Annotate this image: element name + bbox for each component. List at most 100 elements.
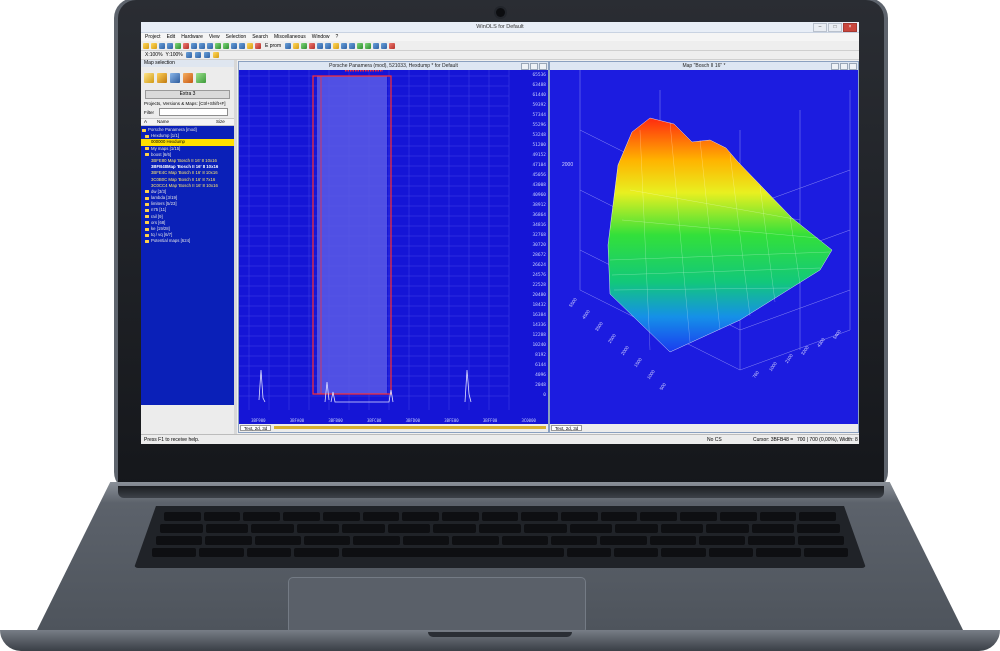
- keyboard-key[interactable]: [441, 512, 479, 521]
- keyboard-key[interactable]: [254, 536, 302, 545]
- maximize-button[interactable]: □: [828, 23, 842, 32]
- keyboard-key[interactable]: [748, 536, 795, 545]
- extra-3-button[interactable]: Extra 3: [145, 90, 230, 99]
- menu-item[interactable]: ?: [336, 33, 339, 41]
- keyboard-key[interactable]: [433, 524, 476, 533]
- marker-icon[interactable]: [212, 52, 219, 58]
- keyboard-key[interactable]: [719, 512, 757, 521]
- keyboard-key[interactable]: [160, 524, 203, 533]
- keyboard-key[interactable]: [803, 548, 849, 557]
- keyboard-key[interactable]: [246, 548, 292, 557]
- alert-icon[interactable]: [309, 42, 316, 49]
- column-name[interactable]: Name: [154, 119, 213, 125]
- arrow-up-icon[interactable]: [373, 42, 380, 49]
- print-icon[interactable]: [167, 42, 173, 49]
- menu-item[interactable]: Project: [145, 33, 161, 41]
- keyboard-key[interactable]: [251, 524, 294, 533]
- keyboard-key[interactable]: [600, 512, 638, 521]
- keyboard-key[interactable]: [501, 536, 548, 545]
- keyboard-key[interactable]: [698, 536, 746, 545]
- keyboard-key[interactable]: [756, 548, 801, 557]
- arrow-right-icon[interactable]: [365, 42, 372, 49]
- keyboard-key[interactable]: [203, 512, 241, 521]
- cut-icon[interactable]: [191, 42, 197, 49]
- window-close-button[interactable]: [849, 63, 857, 70]
- keyboard-key[interactable]: [341, 548, 564, 557]
- keyboard-key[interactable]: [751, 524, 795, 533]
- keyboard-key[interactable]: [660, 524, 704, 533]
- save-icon[interactable]: [159, 42, 165, 49]
- keyboard-key[interactable]: [362, 512, 400, 521]
- value-icon[interactable]: [203, 52, 210, 58]
- column-size[interactable]: Size: [213, 119, 225, 125]
- tree-item[interactable]: Potential maps [624]: [141, 238, 234, 244]
- keyboard-key[interactable]: [797, 524, 840, 533]
- map-icon[interactable]: [317, 42, 324, 49]
- menu-item[interactable]: View: [209, 33, 220, 41]
- zoom-in-icon[interactable]: [341, 42, 348, 49]
- close-button[interactable]: ×: [843, 23, 857, 32]
- keyboard-key[interactable]: [649, 536, 696, 545]
- keyboard-key[interactable]: [640, 512, 678, 521]
- view-mode-tag[interactable]: Text, 2d, 3d: [551, 425, 583, 431]
- zoom-x-field[interactable]: X:100%: [145, 52, 163, 58]
- fit-icon[interactable]: [185, 52, 192, 58]
- bookmark-icon[interactable]: [333, 42, 340, 49]
- window-min-button[interactable]: [521, 63, 529, 70]
- keyboard-key[interactable]: [402, 512, 439, 521]
- column-a[interactable]: A: [141, 119, 154, 125]
- keyboard-key[interactable]: [550, 536, 598, 545]
- keyboard-key[interactable]: [566, 548, 612, 557]
- menu-item[interactable]: Search: [252, 33, 268, 41]
- keyboard-key[interactable]: [205, 536, 252, 545]
- map-3d-view[interactable]: 2000 5500 4500 3500 2500 2000 1500 1000 500 540…: [550, 70, 858, 424]
- keyboard-key[interactable]: [524, 524, 567, 533]
- menu-item[interactable]: Edit: [167, 33, 176, 41]
- chart-2d-icon[interactable]: [247, 42, 253, 49]
- keyboard-key[interactable]: [353, 536, 400, 545]
- filter-input[interactable]: [159, 108, 228, 116]
- folder-search-icon[interactable]: [183, 73, 193, 83]
- search-icon[interactable]: [285, 42, 292, 49]
- menu-item[interactable]: Hardware: [181, 33, 203, 41]
- open-folder-icon[interactable]: [157, 73, 167, 83]
- keyboard-key[interactable]: [706, 524, 749, 533]
- panel-splitter[interactable]: [234, 60, 237, 434]
- chart-3d-icon[interactable]: [255, 42, 261, 49]
- keyboard-key[interactable]: [478, 524, 522, 533]
- grid-icon[interactable]: [194, 52, 201, 58]
- arrow-left-icon[interactable]: [357, 42, 364, 49]
- arrow-down-icon[interactable]: [381, 42, 388, 49]
- keyboard-key[interactable]: [322, 512, 360, 521]
- keyboard-key[interactable]: [561, 512, 598, 521]
- keyboard-key[interactable]: [452, 536, 499, 545]
- export-icon[interactable]: [183, 42, 189, 49]
- menu-item[interactable]: Selection: [226, 33, 247, 41]
- stop-icon[interactable]: [389, 42, 396, 49]
- keyboard-key[interactable]: [521, 512, 559, 521]
- redo-icon[interactable]: [223, 42, 229, 49]
- keyboard-key[interactable]: [164, 512, 201, 521]
- hexdump-2d-view[interactable]: 65536 63488 61440 59392 57344 55296 53248 51200…: [239, 70, 548, 424]
- keyboard-key[interactable]: [759, 512, 797, 521]
- keyboard-key[interactable]: [283, 512, 320, 521]
- keyboard-key[interactable]: [296, 524, 340, 533]
- keyboard-key[interactable]: [661, 548, 706, 557]
- window-min-button[interactable]: [831, 63, 839, 70]
- keyboard-key[interactable]: [481, 512, 519, 521]
- window-max-button[interactable]: [530, 63, 538, 70]
- window-max-button[interactable]: [840, 63, 848, 70]
- keyboard-key[interactable]: [797, 536, 845, 545]
- import-icon[interactable]: [175, 42, 181, 49]
- keyboard-key[interactable]: [708, 548, 754, 557]
- keyboard-key[interactable]: [387, 524, 431, 533]
- keyboard-key[interactable]: [304, 536, 351, 545]
- keyboard-key[interactable]: [152, 548, 197, 557]
- keyboard-key[interactable]: [615, 524, 658, 533]
- paste-icon[interactable]: [207, 42, 213, 49]
- keyboard-key[interactable]: [614, 548, 659, 557]
- view-mode-tag[interactable]: Text, 2d, 3d: [240, 425, 272, 431]
- menu-item[interactable]: Miscellaneous: [274, 33, 306, 41]
- ok-icon[interactable]: [301, 42, 308, 49]
- keyboard-key[interactable]: [294, 548, 339, 557]
